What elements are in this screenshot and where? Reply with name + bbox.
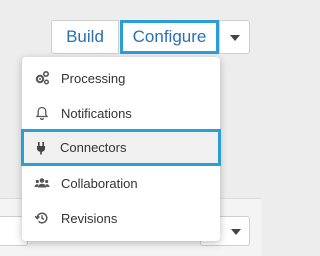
configure-dropdown-menu: Processing Notifications Connectors Coll… bbox=[21, 57, 221, 241]
users-icon bbox=[34, 175, 50, 191]
menu-item-processing[interactable]: Processing bbox=[22, 61, 220, 95]
caret-down-icon bbox=[231, 229, 241, 235]
bell-icon bbox=[34, 105, 50, 121]
menu-item-label: Revisions bbox=[61, 210, 118, 226]
gears-icon bbox=[34, 70, 50, 86]
menu-item-label: Collaboration bbox=[61, 175, 138, 191]
menu-item-connectors[interactable]: Connectors bbox=[21, 129, 221, 166]
menu-item-label: Notifications bbox=[61, 105, 132, 121]
menu-item-notifications[interactable]: Notifications bbox=[22, 96, 220, 130]
more-options-dropdown-button[interactable] bbox=[219, 20, 250, 54]
plug-icon bbox=[33, 140, 49, 156]
menu-item-revisions[interactable]: Revisions bbox=[22, 201, 220, 235]
configure-button[interactable]: Configure bbox=[120, 20, 219, 54]
history-icon bbox=[34, 210, 50, 226]
menu-item-label: Processing bbox=[61, 70, 126, 86]
build-button[interactable]: Build bbox=[51, 20, 119, 54]
caret-down-icon bbox=[230, 35, 240, 41]
menu-item-collaboration[interactable]: Collaboration bbox=[22, 166, 220, 200]
menu-item-label: Connectors bbox=[60, 140, 127, 155]
